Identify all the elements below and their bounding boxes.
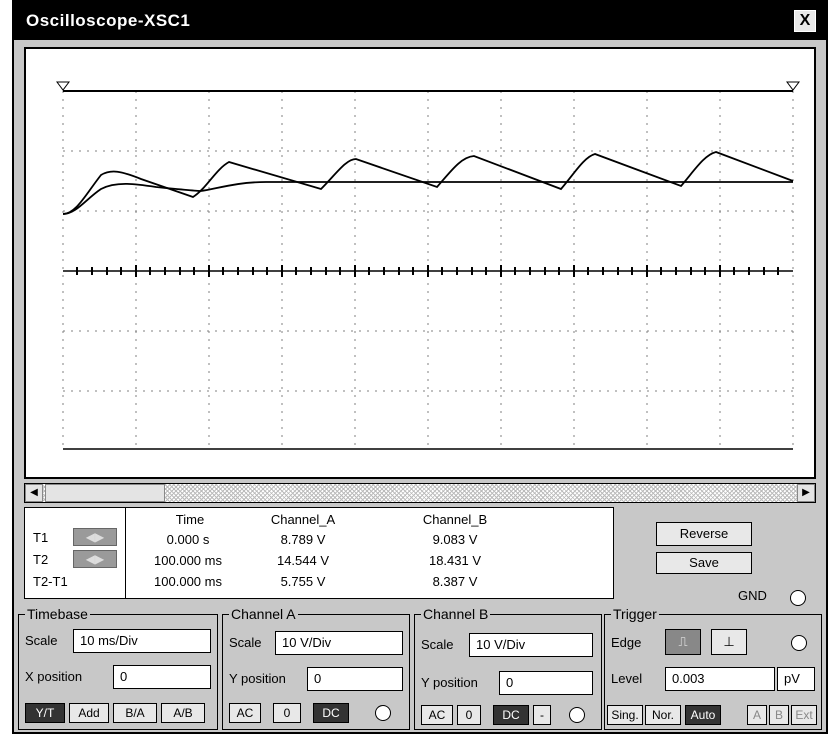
- channel-b-coupling-buttons: AC 0 DC -: [421, 705, 599, 725]
- window-title: Oscilloscope-XSC1: [26, 11, 191, 30]
- mode-ab-button[interactable]: A/B: [161, 703, 205, 723]
- channel-a-ypos-input[interactable]: 0: [307, 667, 403, 691]
- trigger-source-a-button[interactable]: A: [747, 705, 767, 725]
- scope-display: [24, 47, 816, 479]
- t2-channel-b: 18.431 V: [428, 553, 482, 568]
- t2-arrow-buttons[interactable]: ◀▶: [73, 550, 117, 568]
- channel-a-title: Channel A: [229, 606, 298, 622]
- channel-a-terminal[interactable]: [375, 705, 391, 721]
- mode-yt-button[interactable]: Y/T: [25, 703, 65, 723]
- scroll-right-icon[interactable]: ▶: [797, 484, 815, 502]
- channel-a-coupling-buttons: AC 0 DC: [229, 703, 405, 723]
- channel-b-ypos-input[interactable]: 0: [499, 671, 593, 695]
- reverse-button[interactable]: Reverse: [656, 522, 752, 546]
- channel-a-scale-label: Scale: [229, 635, 262, 650]
- arrow-right-icon[interactable]: ▶: [95, 530, 104, 544]
- trigger-terminal[interactable]: [791, 635, 807, 651]
- save-button[interactable]: Save: [656, 552, 752, 574]
- horizontal-scrollbar[interactable]: ◀ ▶: [24, 483, 816, 503]
- x-position-input[interactable]: 0: [113, 665, 211, 689]
- x-position-label: X position: [25, 669, 83, 684]
- arrow-left-icon[interactable]: ◀: [86, 552, 95, 566]
- channel-a-dc-button[interactable]: DC: [313, 703, 349, 723]
- timebase-scale-input[interactable]: 10 ms/Div: [73, 629, 211, 653]
- t1-time: 0.000 s: [166, 532, 210, 547]
- scroll-left-icon[interactable]: ◀: [25, 484, 43, 502]
- channel-b-dc-button[interactable]: DC: [493, 705, 529, 725]
- trigger-group: Trigger Edge ⎍ ⊥ Level 0.003 pV Sing. No…: [604, 606, 822, 730]
- channel-b-group: Channel B Scale 10 V/Div Y position 0 AC…: [414, 606, 602, 730]
- channel-b-terminal[interactable]: [569, 707, 585, 723]
- oscilloscope-window: Oscilloscope-XSC1 X ◀ ▶ Time Channel_A C…: [12, 0, 828, 734]
- mode-ba-button[interactable]: B/A: [113, 703, 157, 723]
- channel-a-scale-input[interactable]: 10 V/Div: [275, 631, 403, 655]
- trigger-level-unit[interactable]: pV: [777, 667, 815, 691]
- channel-a-ac-button[interactable]: AC: [229, 703, 261, 723]
- row-label-t2: T2: [33, 552, 49, 567]
- trigger-level-label: Level: [611, 671, 643, 686]
- row-label-t2-t1: T2-T1: [33, 574, 68, 589]
- arrow-right-icon[interactable]: ▶: [95, 552, 104, 566]
- diff-channel-b: 8.387 V: [432, 574, 478, 589]
- gnd-label: GND: [738, 588, 767, 603]
- trace-channel-b: [62, 181, 793, 215]
- timebase-scale-label: Scale: [25, 633, 58, 648]
- gnd-terminal[interactable]: [790, 590, 806, 606]
- trigger-source-ext-button[interactable]: Ext: [791, 705, 817, 725]
- channel-b-ac-button[interactable]: AC: [421, 705, 453, 725]
- measurement-readout: Time Channel_A Channel_B T1 ◀▶ 0.000 s 8…: [24, 507, 614, 599]
- trigger-single-button[interactable]: Sing.: [607, 705, 643, 725]
- t1-channel-a: 8.789 V: [280, 532, 326, 547]
- mode-add-button[interactable]: Add: [69, 703, 109, 723]
- trigger-normal-button[interactable]: Nor.: [645, 705, 681, 725]
- timebase-title: Timebase: [25, 606, 90, 622]
- scope-graph: [56, 81, 800, 450]
- trigger-edge-label: Edge: [611, 635, 642, 650]
- trigger-source-b-button[interactable]: B: [769, 705, 789, 725]
- t2-channel-a: 14.544 V: [276, 553, 330, 568]
- cursor-t1-marker[interactable]: [56, 81, 70, 91]
- channel-a-zero-button[interactable]: 0: [273, 703, 301, 723]
- close-icon[interactable]: X: [794, 10, 816, 32]
- trigger-mode-buttons: Sing. Nor. Auto A B Ext: [607, 705, 819, 725]
- trigger-auto-button[interactable]: Auto: [685, 705, 721, 725]
- header-channel-b: Channel_B: [422, 512, 488, 527]
- t1-channel-b: 9.083 V: [432, 532, 478, 547]
- arrow-left-icon[interactable]: ◀: [86, 530, 95, 544]
- channel-b-title: Channel B: [421, 606, 491, 622]
- t1-arrow-buttons[interactable]: ◀▶: [73, 528, 117, 546]
- diff-time: 100.000 ms: [154, 574, 222, 589]
- channel-a-group: Channel A Scale 10 V/Div Y position 0 AC…: [222, 606, 410, 730]
- t2-time: 100.000 ms: [154, 553, 222, 568]
- channel-b-zero-button[interactable]: 0: [457, 705, 481, 725]
- channel-b-ypos-label: Y position: [421, 675, 478, 690]
- readout-divider: [125, 508, 126, 598]
- title-bar: Oscilloscope-XSC1 X: [14, 2, 826, 40]
- row-label-t1: T1: [33, 530, 49, 545]
- channel-b-scale-label: Scale: [421, 637, 454, 652]
- timebase-mode-buttons: Y/T Add B/A A/B: [25, 703, 211, 723]
- header-channel-a: Channel_A: [270, 512, 336, 527]
- scroll-thumb[interactable]: [45, 484, 165, 502]
- cursor-t2-marker[interactable]: [786, 81, 800, 91]
- rising-edge-icon[interactable]: ⎍: [665, 629, 701, 655]
- trigger-level-input[interactable]: 0.003: [665, 667, 775, 691]
- header-time: Time: [175, 512, 205, 527]
- timebase-group: Timebase Scale 10 ms/Div X position 0 Y/…: [18, 606, 218, 730]
- diff-channel-a: 5.755 V: [280, 574, 326, 589]
- channel-b-minus-button[interactable]: -: [533, 705, 551, 725]
- channel-b-scale-input[interactable]: 10 V/Div: [469, 633, 593, 657]
- falling-edge-icon[interactable]: ⊥: [711, 629, 747, 655]
- channel-a-ypos-label: Y position: [229, 671, 286, 686]
- trigger-title: Trigger: [611, 606, 659, 622]
